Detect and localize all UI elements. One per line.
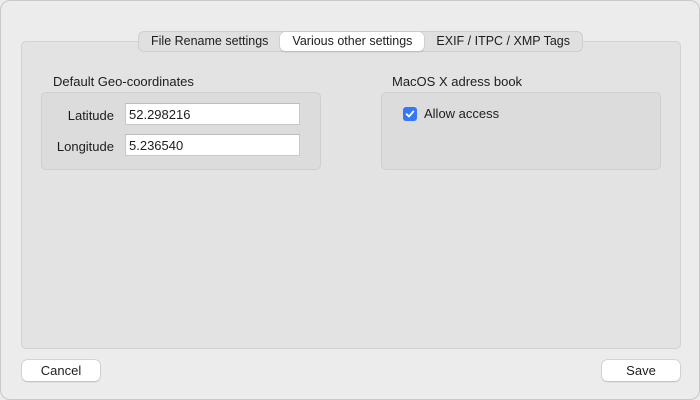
- checkmark-icon: [405, 110, 415, 118]
- address-book-title: MacOS X adress book: [392, 74, 523, 89]
- tab-bar: File Rename settings Various other setti…: [138, 31, 584, 52]
- tab-various-other-settings[interactable]: Various other settings: [280, 32, 425, 51]
- cancel-button[interactable]: Cancel: [22, 360, 100, 381]
- address-book-group: [381, 92, 661, 170]
- latitude-label: Latitude: [67, 108, 114, 123]
- longitude-label: Longitude: [56, 139, 114, 154]
- settings-window: File Rename settings Various other setti…: [0, 0, 700, 400]
- allow-access-label[interactable]: Allow access: [424, 106, 499, 121]
- latitude-input[interactable]: [125, 103, 300, 125]
- tab-exif-itpc-xmp-tags[interactable]: EXIF / ITPC / XMP Tags: [424, 32, 582, 51]
- tab-file-rename-settings[interactable]: File Rename settings: [139, 32, 280, 51]
- longitude-input[interactable]: [125, 134, 300, 156]
- save-button[interactable]: Save: [602, 360, 680, 381]
- allow-access-checkbox[interactable]: [403, 107, 417, 121]
- geo-coordinates-title: Default Geo-coordinates: [53, 74, 194, 89]
